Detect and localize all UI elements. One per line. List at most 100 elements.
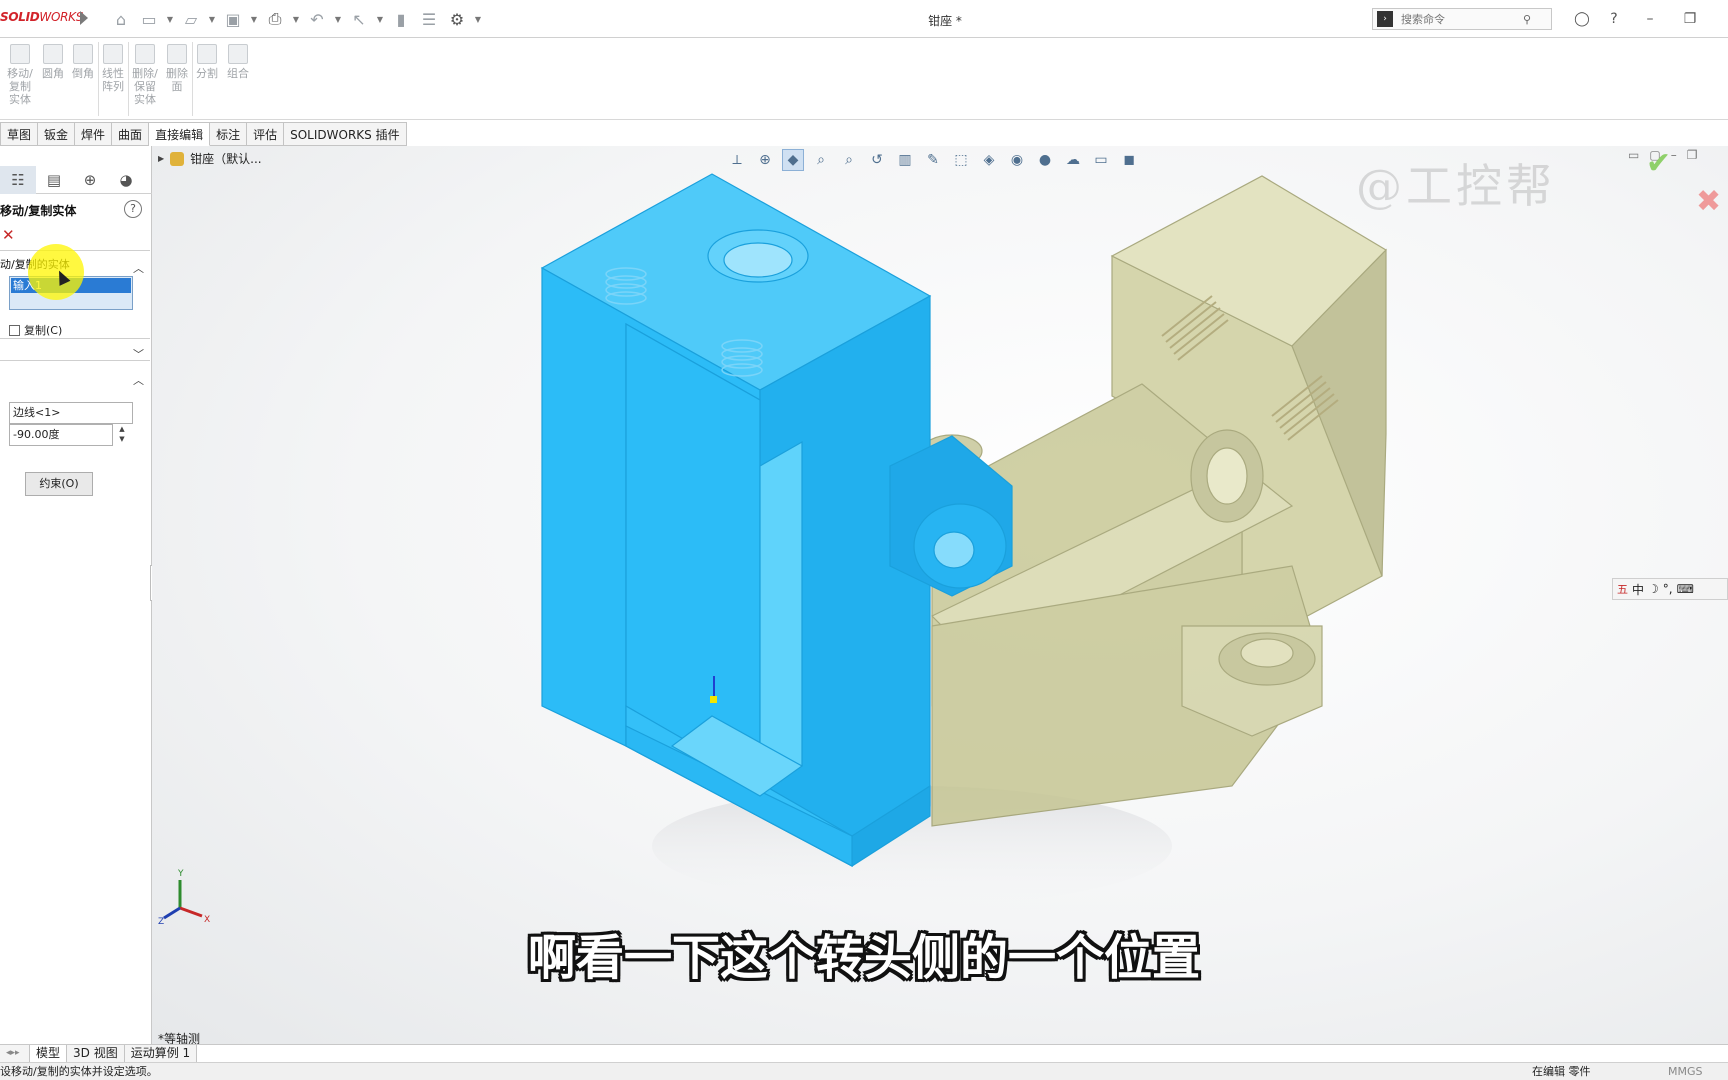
cancel-close-icon[interactable]: ✕ (2, 226, 15, 244)
linear-pattern-label: 线性 阵列 (102, 67, 124, 93)
display-manager-icon[interactable]: ◕ (108, 166, 144, 194)
quick-access-toolbar: ⌂ ▭ ▼ ▱ ▼ ▣ ▼ ⎙ ▼ ↶ ▼ ↖ ▼ ▮ ☰ ⚙ ▼ (110, 8, 482, 30)
tab-direct-editing[interactable]: 直接编辑 (149, 122, 211, 146)
fillet-label: 圆角 (42, 67, 64, 80)
constraint-button[interactable]: 约束(O) (25, 472, 93, 496)
toolbar-separator (192, 42, 193, 116)
ime-toolbar[interactable]: 五 中 ☽ °, ⌨ (1612, 578, 1728, 600)
feature-manager-icon[interactable]: ☷ (0, 166, 36, 194)
open-folder-icon[interactable]: ▱ (180, 8, 202, 30)
current-view-name: *等轴测 (158, 1032, 201, 1044)
fillet-button[interactable]: 圆角 (40, 44, 66, 80)
section-divider (0, 338, 150, 339)
command-manager-tabs: 草图 钣金 焊件 曲面 直接编辑 标注 评估 SOLIDWORKS 插件 (0, 122, 407, 146)
status-editing-mode: 在编辑 零件 (1532, 1065, 1591, 1078)
move-copy-body-button[interactable]: 移动/ 复制 实体 (4, 44, 36, 106)
angle-spinner[interactable]: ▲ ▼ (115, 424, 129, 446)
tab-model[interactable]: 模型 (30, 1045, 68, 1063)
save-dropdown-icon[interactable]: ▼ (250, 8, 258, 30)
tab-3d-view[interactable]: 3D 视图 (67, 1045, 125, 1063)
delete-face-button[interactable]: 删除 面 (164, 44, 190, 93)
bottom-model-tabs: ◂▸▸ 模型 3D 视图 运动算例 1 (0, 1044, 1728, 1063)
select-dropdown-icon[interactable]: ▼ (376, 8, 384, 30)
combine-label: 组合 (227, 67, 249, 80)
tab-sketch[interactable]: 草图 (0, 122, 39, 146)
home-icon[interactable]: ⌂ (110, 8, 132, 30)
property-manager-icon[interactable]: ▤ (36, 166, 72, 194)
linear-pattern-icon (103, 44, 123, 64)
tab-evaluate[interactable]: 评估 (247, 122, 285, 146)
rotate-section-header[interactable]: ︿ (0, 368, 150, 390)
combine-button[interactable]: 组合 (224, 44, 252, 80)
chevron-up-icon[interactable]: ︿ (133, 260, 144, 276)
ime-moon-icon[interactable]: ☽ (1648, 582, 1659, 596)
linear-pattern-button[interactable]: 线性 阵列 (100, 44, 126, 93)
minimize-icon[interactable]: – (1640, 9, 1660, 29)
undo-icon[interactable]: ↶ (306, 8, 328, 30)
tab-sheet-metal[interactable]: 钣金 (38, 122, 76, 146)
fillet-icon (43, 44, 63, 64)
combine-icon (228, 44, 248, 64)
print-dropdown-icon[interactable]: ▼ (292, 8, 300, 30)
copy-checkbox[interactable] (9, 324, 20, 336)
save-icon[interactable]: ▣ (222, 8, 244, 30)
graphics-area[interactable]: @工控帮 ▶ 钳座（默认... ⟂ ⊕ ◆ ⌕ ⌕ ↺ ▥ ✎ ⬚ ◈ ◉ ● … (152, 146, 1728, 1044)
tab-solidworks-addins[interactable]: SOLIDWORKS 插件 (284, 122, 407, 146)
command-prompt-icon: › (1377, 11, 1393, 27)
move-copy-body-label: 移动/ 复制 实体 (7, 67, 33, 106)
solidworks-logo[interactable]: SOLIDWORKS (0, 10, 83, 24)
new-dropdown-icon[interactable]: ▼ (166, 8, 174, 30)
video-subtitle: 啊看一下这个转头侧的一个位置 (527, 930, 1200, 986)
tab-surfaces[interactable]: 曲面 (112, 122, 150, 146)
property-manager-title: 移动/复制实体 (0, 204, 77, 218)
menu-expand-arrow-icon[interactable] (80, 11, 88, 25)
help-icon[interactable]: ? (1604, 9, 1624, 29)
print-icon[interactable]: ⎙ (264, 8, 286, 30)
chevron-up-icon[interactable]: ︿ (133, 372, 144, 388)
rotation-angle-field[interactable]: -90.00度 (9, 424, 113, 446)
options-gear-icon[interactable]: ⚙ (446, 8, 468, 30)
restore-window-icon[interactable]: ❐ (1680, 9, 1700, 29)
ime-keyboard-icon[interactable]: ⌨ (1677, 582, 1694, 596)
tab-markup[interactable]: 标注 (210, 122, 248, 146)
help-icon[interactable]: ? (124, 200, 142, 218)
file-properties-icon[interactable]: ☰ (418, 8, 440, 30)
ime-punct-icon[interactable]: °, (1663, 582, 1673, 596)
search-commands-box[interactable]: › ⚲ (1372, 8, 1552, 30)
select-cursor-icon[interactable]: ↖ (348, 8, 370, 30)
user-account-icon[interactable]: ◯ (1572, 9, 1592, 29)
copy-label: 复制(C) (24, 324, 63, 337)
search-icon[interactable]: ⚲ (1523, 13, 1531, 26)
split-label: 分割 (196, 67, 218, 80)
triad-y-label: Y (177, 869, 184, 879)
open-dropdown-icon[interactable]: ▼ (208, 8, 216, 30)
chamfer-icon (73, 44, 93, 64)
new-document-icon[interactable]: ▭ (138, 8, 160, 30)
ime-wubi-label[interactable]: 五 (1617, 581, 1628, 597)
undo-dropdown-icon[interactable]: ▼ (334, 8, 342, 30)
rotation-axis-field[interactable]: 边线<1> (9, 402, 133, 424)
move-copy-body-icon (10, 44, 30, 64)
status-unit-system[interactable]: MMGS (1668, 1063, 1703, 1080)
tab-motion-study[interactable]: 运动算例 1 (124, 1045, 198, 1063)
rebuild-icon[interactable]: ▮ (390, 8, 412, 30)
delete-keep-body-button[interactable]: 删除/ 保留 实体 (130, 44, 160, 106)
delete-face-label: 删除 面 (166, 67, 188, 93)
3d-model-view[interactable] (152, 146, 1728, 1044)
split-icon (197, 44, 217, 64)
status-bar: 设移动/复制的实体并设定选项。 在编辑 零件 MMGS (0, 1062, 1728, 1080)
tab-weldments[interactable]: 焊件 (75, 122, 113, 146)
manager-pane-tabs: ☷ ▤ ⊕ ◕ (0, 166, 152, 194)
document-title: 钳座 * (928, 14, 962, 28)
options-dropdown-icon[interactable]: ▼ (474, 8, 482, 30)
delete-keep-body-icon (135, 44, 155, 64)
chamfer-button[interactable]: 倒角 (70, 44, 96, 80)
copy-checkbox-row[interactable]: 复制(C) (9, 322, 62, 338)
tab-nav-arrows-icon[interactable]: ◂▸▸ (0, 1045, 30, 1063)
ime-chinese-label[interactable]: 中 (1632, 581, 1644, 598)
split-button[interactable]: 分割 (194, 44, 220, 80)
property-manager-pane: ☷ ▤ ⊕ ◕ 移动/复制实体 ? ✕ 动/复制的实体 ︿ 输入1 复制(C) … (0, 146, 160, 1044)
reference-triad: Y X Z (158, 869, 210, 926)
configuration-manager-icon[interactable]: ⊕ (72, 166, 108, 194)
search-input[interactable] (1399, 11, 1519, 27)
